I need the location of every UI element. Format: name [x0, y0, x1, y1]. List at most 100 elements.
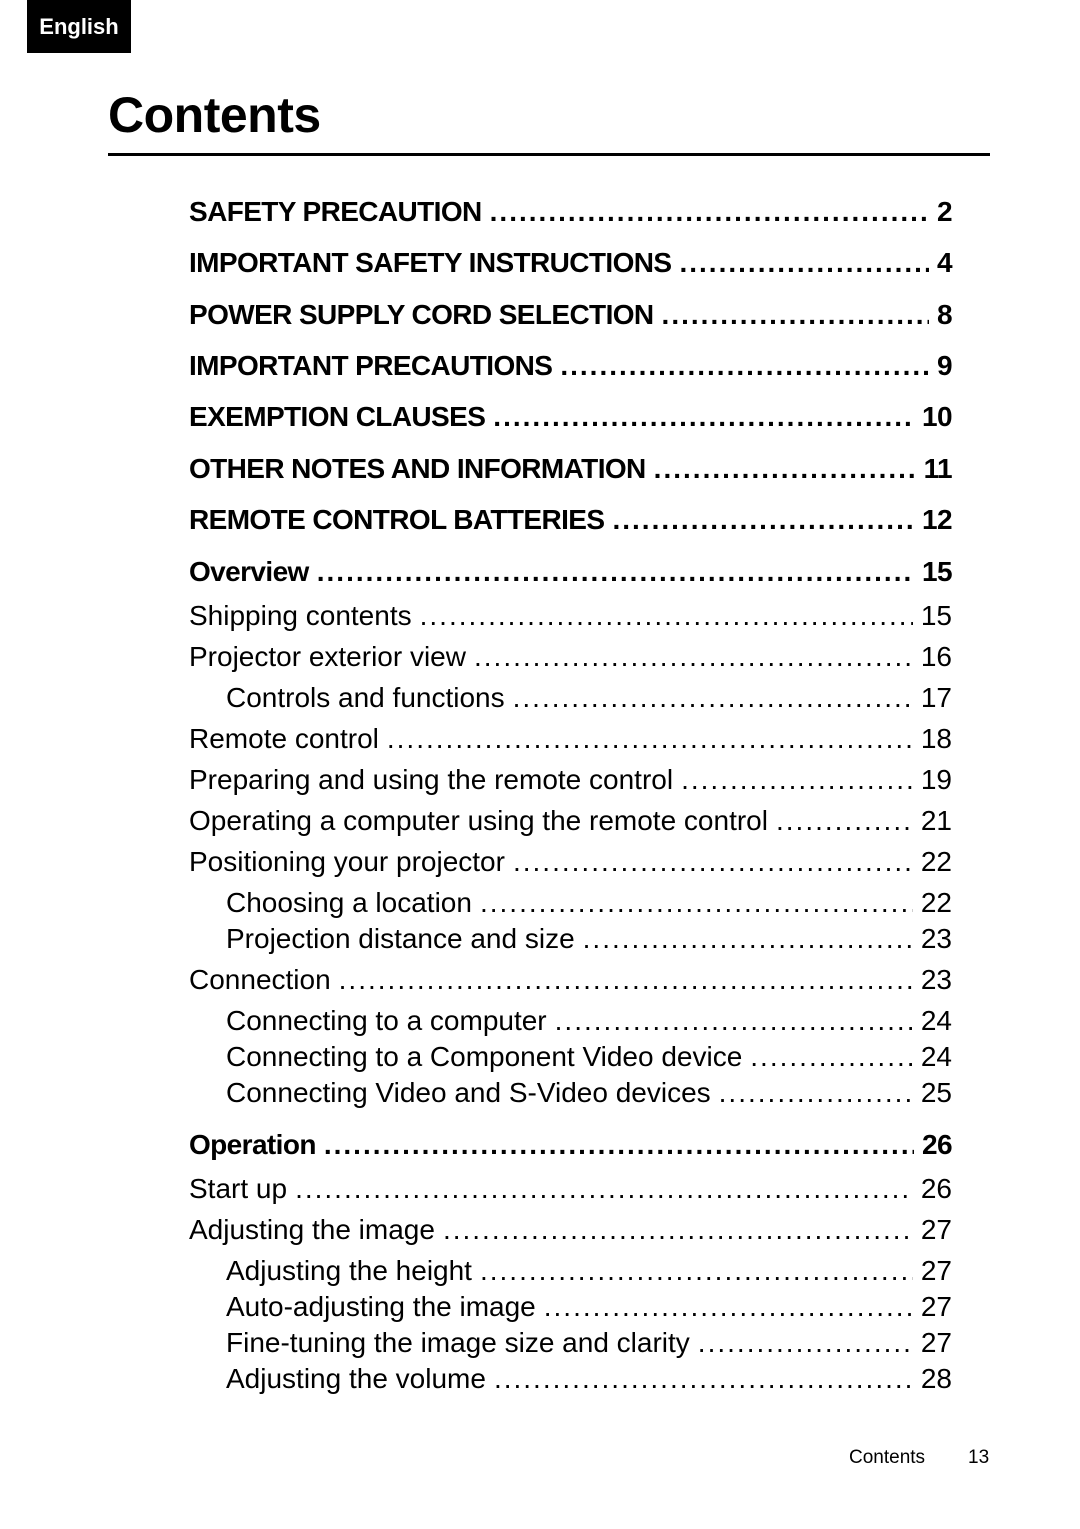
toc-entry-title[interactable]: REMOTE CONTROL BATTERIES: [189, 504, 612, 536]
toc-entry-page-number[interactable]: 2: [929, 196, 953, 228]
toc-entry-page-number[interactable]: 16: [913, 641, 952, 673]
toc-entry-title[interactable]: Connecting Video and S-Video devices: [226, 1077, 719, 1109]
toc-entry-title[interactable]: Start up: [189, 1173, 295, 1205]
dot-leader: [719, 1077, 913, 1109]
toc-entry[interactable]: Preparing and using the remote control 19: [189, 764, 952, 796]
dot-leader: [698, 1327, 913, 1359]
toc-entry-page-number[interactable]: 23: [913, 923, 952, 955]
toc-entry[interactable]: OTHER NOTES AND INFORMATION 11: [189, 453, 953, 485]
dot-leader: [662, 299, 929, 331]
toc-entry-page-number[interactable]: 23: [913, 964, 952, 996]
toc-entry-page-number[interactable]: 25: [913, 1077, 952, 1109]
toc-entry-title[interactable]: Preparing and using the remote control: [189, 764, 681, 796]
toc-entry-page-number[interactable]: 24: [913, 1041, 952, 1073]
toc-entry-page-number[interactable]: 24: [913, 1005, 952, 1037]
toc-entry-page-number[interactable]: 21: [913, 805, 952, 837]
toc-entry-title[interactable]: Choosing a location: [226, 887, 480, 919]
toc-entry[interactable]: Operating a computer using the remote co…: [189, 805, 952, 837]
toc-entry[interactable]: Connecting Video and S-Video devices 25: [189, 1077, 952, 1109]
toc-entry-title[interactable]: Operation: [189, 1129, 324, 1161]
toc-entry-title[interactable]: IMPORTANT PRECAUTIONS: [189, 350, 560, 382]
toc-entry-title[interactable]: POWER SUPPLY CORD SELECTION: [189, 299, 662, 331]
toc-entry-title[interactable]: Overview: [189, 556, 317, 588]
toc-entry-page-number[interactable]: 22: [913, 846, 952, 878]
toc-entry[interactable]: IMPORTANT PRECAUTIONS 9: [189, 350, 953, 382]
toc-entry-title[interactable]: Operating a computer using the remote co…: [189, 805, 776, 837]
toc-entry[interactable]: Controls and functions 17: [189, 682, 952, 714]
toc-entry-page-number[interactable]: 18: [913, 723, 952, 755]
dot-leader: [560, 350, 929, 382]
toc-entry-title[interactable]: Shipping contents: [189, 600, 420, 632]
toc-entry[interactable]: EXEMPTION CLAUSES 10: [189, 401, 953, 433]
toc-entry-page-number[interactable]: 26: [914, 1129, 953, 1161]
toc-entry-page-number[interactable]: 11: [916, 453, 953, 485]
toc-entry-page-number[interactable]: 4: [929, 247, 953, 279]
toc-entry-page-number[interactable]: 10: [914, 401, 953, 433]
toc-entry-title[interactable]: Projection distance and size: [226, 923, 583, 955]
toc-entry-title[interactable]: Positioning your projector: [189, 846, 513, 878]
dot-leader: [544, 1291, 913, 1323]
toc-entry-title[interactable]: IMPORTANT SAFETY INSTRUCTIONS: [189, 247, 679, 279]
toc-entry-title[interactable]: Connecting to a computer: [226, 1005, 555, 1037]
toc-entry-title[interactable]: Controls and functions: [226, 682, 513, 714]
toc-entry-page-number[interactable]: 12: [914, 504, 953, 536]
toc-entry-page-number[interactable]: 27: [913, 1214, 952, 1246]
dot-leader: [513, 682, 913, 714]
toc-entry-title[interactable]: OTHER NOTES AND INFORMATION: [189, 453, 654, 485]
dot-leader: [681, 764, 913, 796]
toc-entry-title[interactable]: Auto-adjusting the image: [226, 1291, 544, 1323]
toc-entry-page-number[interactable]: 27: [913, 1255, 952, 1287]
toc-entry-page-number[interactable]: 28: [913, 1363, 952, 1395]
toc-entry-title[interactable]: Connection: [189, 964, 339, 996]
toc-entry-page-number[interactable]: 27: [913, 1291, 952, 1323]
dot-leader: [339, 964, 913, 996]
dot-leader: [513, 846, 913, 878]
toc-entry-title[interactable]: EXEMPTION CLAUSES: [189, 401, 493, 433]
toc-entry[interactable]: Connecting to a Component Video device 24: [189, 1041, 952, 1073]
toc-entry-title[interactable]: Fine-tuning the image size and clarity: [226, 1327, 698, 1359]
toc-entry-page-number[interactable]: 15: [913, 600, 952, 632]
toc-entry[interactable]: Overview 15: [189, 556, 953, 588]
dot-leader: [420, 600, 913, 632]
toc-entry-page-number[interactable]: 26: [913, 1173, 952, 1205]
toc-entry-title[interactable]: Adjusting the height: [226, 1255, 480, 1287]
toc-entry[interactable]: Adjusting the height 27: [189, 1255, 952, 1287]
toc-entry[interactable]: Operation 26: [189, 1129, 953, 1161]
toc-entry-page-number[interactable]: 27: [913, 1327, 952, 1359]
toc-entry[interactable]: Start up 26: [189, 1173, 952, 1205]
toc-entry[interactable]: Connecting to a computer 24: [189, 1005, 952, 1037]
toc-entry-title[interactable]: SAFETY PRECAUTION: [189, 196, 490, 228]
toc-entry[interactable]: Positioning your projector 22: [189, 846, 952, 878]
toc-entry[interactable]: Projector exterior view 16: [189, 641, 952, 673]
dot-leader: [679, 247, 929, 279]
toc-entry-title[interactable]: Connecting to a Component Video device: [226, 1041, 750, 1073]
dot-leader: [494, 1363, 913, 1395]
dot-leader: [295, 1173, 913, 1205]
toc-entry-title[interactable]: Projector exterior view: [189, 641, 474, 673]
toc-entry-page-number[interactable]: 9: [929, 350, 953, 382]
toc-entry[interactable]: REMOTE CONTROL BATTERIES 12: [189, 504, 953, 536]
toc-entry[interactable]: Shipping contents 15: [189, 600, 952, 632]
toc-entry[interactable]: Adjusting the volume 28: [189, 1363, 952, 1395]
footer-section-label: Contents: [849, 1447, 926, 1468]
toc-entry[interactable]: IMPORTANT SAFETY INSTRUCTIONS 4: [189, 247, 953, 279]
footer-page-number: 13: [968, 1447, 990, 1468]
toc-entry-page-number[interactable]: 15: [914, 556, 953, 588]
toc-entry-page-number[interactable]: 19: [913, 764, 952, 796]
toc-entry-title[interactable]: Adjusting the volume: [226, 1363, 494, 1395]
toc-entry[interactable]: Projection distance and size 23: [189, 923, 952, 955]
toc-entry[interactable]: POWER SUPPLY CORD SELECTION 8: [189, 299, 953, 331]
dot-leader: [776, 805, 913, 837]
toc-entry-page-number[interactable]: 22: [913, 887, 952, 919]
toc-entry[interactable]: Auto-adjusting the image 27: [189, 1291, 952, 1323]
toc-entry[interactable]: Remote control 18: [189, 723, 952, 755]
toc-entry-title[interactable]: Remote control: [189, 723, 387, 755]
toc-entry[interactable]: SAFETY PRECAUTION 2: [189, 196, 953, 228]
toc-entry[interactable]: Fine-tuning the image size and clarity 27: [189, 1327, 952, 1359]
toc-entry-page-number[interactable]: 8: [929, 299, 953, 331]
toc-entry[interactable]: Adjusting the image 27: [189, 1214, 952, 1246]
toc-entry[interactable]: Choosing a location 22: [189, 887, 952, 919]
toc-entry-page-number[interactable]: 17: [913, 682, 952, 714]
toc-entry[interactable]: Connection 23: [189, 964, 952, 996]
toc-entry-title[interactable]: Adjusting the image: [189, 1214, 443, 1246]
